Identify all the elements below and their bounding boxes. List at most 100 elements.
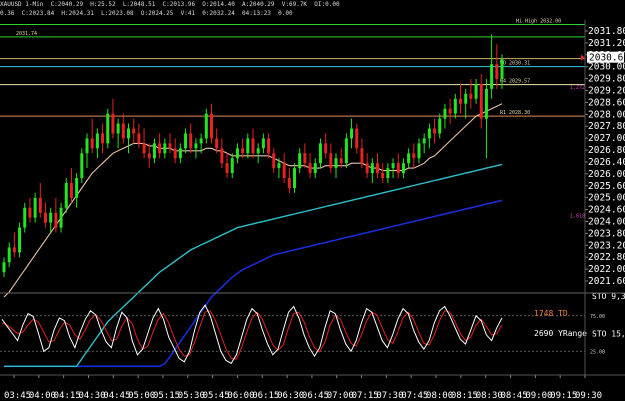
candle-body <box>453 98 457 114</box>
candle-body <box>215 138 219 149</box>
current-price-arrow <box>581 54 585 61</box>
price-tick-label: 2031.80 <box>588 26 625 37</box>
candle-body <box>256 148 260 154</box>
price-tick-label: 2021.60 <box>588 276 625 287</box>
time-tick-label: 03:45 <box>4 391 31 401</box>
time-tick-label: 08:15 <box>451 391 478 401</box>
osc-level-label-0: 25.00 <box>590 349 605 355</box>
candle-body <box>230 158 234 174</box>
price-tick-label: 2024.00 <box>588 216 625 227</box>
level-label-3: H4 2029.57 <box>500 79 530 85</box>
price-tick-label: 2028.00 <box>588 109 625 120</box>
candle-body <box>334 158 338 169</box>
candle-body <box>376 163 379 174</box>
candle-body <box>137 133 141 144</box>
candle-body <box>433 128 437 134</box>
candle-body <box>324 143 328 154</box>
candle-body <box>59 207 63 228</box>
time-tick-label: 07:15 <box>352 391 379 401</box>
time-axis: 03:4504:0004:1504:3004:4505:0005:1505:30… <box>4 375 602 401</box>
candle-body <box>422 138 426 144</box>
time-tick-label: 05:00 <box>128 391 155 401</box>
price-tick-label: 2025.60 <box>588 181 625 192</box>
price-axis: 2031.802031.202030.602030.002029.802029.… <box>581 26 625 287</box>
candle-body <box>267 138 271 154</box>
time-tick-label: 04:30 <box>78 391 105 401</box>
level-label-0: Hi High 2032.00 <box>516 18 561 24</box>
candle-body <box>173 148 177 159</box>
candle-body <box>448 108 452 114</box>
candle-body <box>95 133 99 149</box>
fib-label-0: 1.272 <box>570 85 585 91</box>
osc-stat-0: 1748 TD <box>534 309 568 318</box>
candle-body <box>261 138 265 149</box>
candle-body <box>329 153 333 169</box>
candlesticks <box>2 34 504 278</box>
price-tick-label: 2026.00 <box>588 169 625 180</box>
candle-body <box>293 168 296 188</box>
candle-body <box>189 133 193 149</box>
candle-body <box>49 212 53 223</box>
time-tick-label: 05:30 <box>178 391 205 401</box>
candle-body <box>101 133 105 144</box>
price-tick-label: 2024.60 <box>588 205 625 216</box>
candle-body <box>500 59 504 79</box>
price-tick-label: 2029.80 <box>588 74 625 85</box>
candle-body <box>427 128 431 139</box>
time-tick-label: 06:00 <box>227 391 254 401</box>
candle-body <box>438 118 442 134</box>
time-tick-label: 09:30 <box>575 391 602 401</box>
candle-body <box>391 163 395 169</box>
candle-body <box>272 153 276 169</box>
price-tick-label: 2026.40 <box>588 157 625 168</box>
time-tick-label: 04:15 <box>54 391 81 401</box>
candle-body <box>132 128 136 134</box>
candle-body <box>339 158 343 164</box>
osc-level-label-1: 75.00 <box>590 314 605 320</box>
candle-body <box>251 138 255 154</box>
osc-k-line <box>1 304 503 364</box>
price-tick-label: 2023.20 <box>588 240 625 251</box>
time-tick-label: 06:45 <box>302 391 329 401</box>
candle-body <box>168 143 172 149</box>
candle-body <box>18 227 22 253</box>
candle-body <box>318 143 322 164</box>
candle-body <box>106 113 110 144</box>
candle-body <box>469 93 473 99</box>
chart-canvas[interactable]: Hi High 2032.00 2031.74 WO 2030.31 H4 2029.… <box>0 0 625 401</box>
candle-body <box>443 108 447 119</box>
candle-body <box>163 143 167 154</box>
candle-body <box>127 128 130 139</box>
candle-body <box>381 173 385 179</box>
candle-body <box>407 153 411 164</box>
candle-body <box>474 83 478 99</box>
candle-body <box>184 133 188 149</box>
candle-body <box>412 153 416 159</box>
price-tick-label: 2022.00 <box>588 264 625 275</box>
candle-body <box>85 138 89 154</box>
candle-body <box>152 143 156 159</box>
time-tick-label: 07:45 <box>401 391 428 401</box>
candle-body <box>365 163 369 174</box>
candle-body <box>28 207 32 218</box>
fibonacci-labels: 1.272 1.618 <box>570 85 585 220</box>
time-tick-label: 09:00 <box>525 391 552 401</box>
osc-label-mid: STO 15,3 <box>592 330 625 339</box>
candle-body <box>44 212 47 223</box>
candle-body <box>308 163 312 174</box>
candle-body <box>64 183 68 208</box>
candle-body <box>464 93 468 104</box>
price-tick-label: 2031.20 <box>588 38 625 49</box>
osc-stat-1: 2690 YRange <box>534 329 587 338</box>
candle-body <box>194 143 198 149</box>
candle-body <box>401 163 405 174</box>
candle-body <box>396 163 400 174</box>
candle-body <box>12 247 16 253</box>
candle-body <box>282 163 286 179</box>
candle-body <box>370 163 374 174</box>
level-label-4: R1 2028.30 <box>500 110 530 116</box>
candle-body <box>90 138 94 149</box>
candle-body <box>116 123 120 134</box>
candle-body <box>495 64 499 79</box>
time-tick-label: 09:15 <box>550 391 577 401</box>
